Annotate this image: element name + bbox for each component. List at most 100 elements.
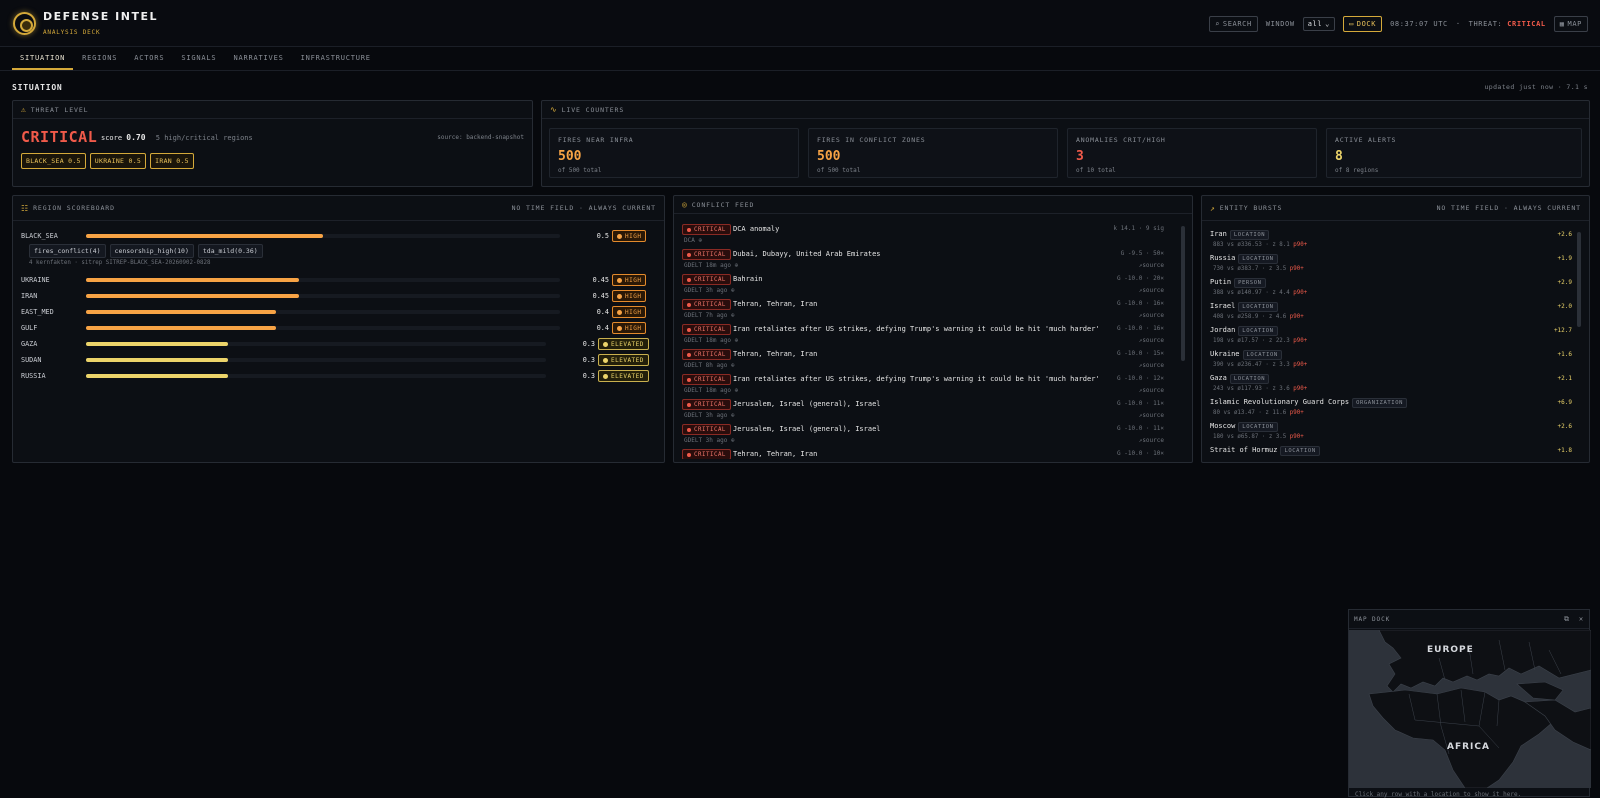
entity-row[interactable]: Strait of Hormuz LOCATION +1.8: [1210, 445, 1572, 459]
status-dot: [687, 302, 691, 307]
panel-note: NO TIME FIELD · ALWAYS CURRENT: [1436, 204, 1581, 212]
panel-header: ◎ CONFLICT FEED: [674, 196, 1192, 214]
feed-item[interactable]: CRITICAL Iran retaliates after US strikes…: [682, 373, 1164, 397]
entity-list[interactable]: Iran LOCATION 883 vs ø336.53 · z 8.1 p90+ +…: [1202, 229, 1591, 459]
region-detail-note: 4 kernfakten · sitrep SITREP-BLACK_SEA-2…: [29, 260, 211, 266]
entity-row[interactable]: Iran LOCATION 883 vs ø336.53 · z 8.1 p90+ +…: [1210, 229, 1572, 253]
region-chip[interactable]: UKRAINE 0.5: [89, 153, 147, 169]
feed-stats: G -10.0 · 10×: [1117, 450, 1164, 457]
scoreboard-row[interactable]: RUSSIA 0.3 ELEVATED: [21, 370, 658, 382]
scoreboard-row[interactable]: UKRAINE 0.45 HIGH: [21, 274, 658, 286]
entity-name-wrap: Islamic Revolutionary Guard Corps ORGANIZ…: [1210, 398, 1408, 408]
dock-button[interactable]: ▭ DOCK: [1342, 16, 1383, 32]
entity-row[interactable]: Ukraine LOCATION 390 vs ø236.47 · z 3.3 p9…: [1210, 349, 1572, 373]
map-button[interactable]: ▦ MAP: [1553, 16, 1588, 32]
critical-badge: CRITICAL: [682, 399, 731, 410]
source-label: source: [1142, 337, 1164, 344]
feed-item[interactable]: CRITICAL Jerusalem, Israel (general), Isr…: [682, 423, 1164, 447]
score-fill: [86, 342, 228, 346]
badge-label: CRITICAL: [694, 376, 726, 383]
feed-item[interactable]: CRITICAL Tehran, Tehran, Iran G -10.0 · 10…: [682, 448, 1164, 459]
counter-value: 8: [1335, 149, 1343, 164]
external-link-icon[interactable]: ⧉: [1564, 615, 1570, 624]
source-link[interactable]: ↗source: [1139, 312, 1164, 319]
entity-row[interactable]: Islamic Revolutionary Guard Corps ORGANIZ…: [1210, 397, 1572, 421]
region-name: IRAN: [21, 292, 38, 300]
tab-infrastructure[interactable]: INFRASTRUCTURE: [293, 48, 379, 70]
region-chip[interactable]: BLACK_SEA 0.5: [21, 153, 86, 169]
feed-item[interactable]: CRITICAL Jerusalem, Israel (general), Isr…: [682, 398, 1164, 422]
scoreboard-row[interactable]: SUDAN 0.3 ELEVATED: [21, 354, 658, 366]
tab-situation[interactable]: SITUATION: [12, 48, 74, 70]
source-link[interactable]: ↗source: [1139, 287, 1164, 294]
chevron-down-icon: ⌄: [1325, 20, 1330, 28]
search-icon: ⌕: [1215, 20, 1220, 28]
source-link[interactable]: ↗source: [1139, 437, 1164, 444]
status-dot: [687, 402, 691, 407]
source-link[interactable]: ↗source: [1139, 362, 1164, 369]
entity-row[interactable]: Gaza LOCATION 243 vs ø117.93 · z 3.6 p90+ +…: [1210, 373, 1572, 397]
feed-item[interactable]: CRITICAL Dubai, Dubayy, United Arab Emira…: [682, 248, 1164, 272]
score-value: 0.3: [582, 340, 595, 348]
feed-item[interactable]: CRITICAL Bahrain GDELT 3h ago ⊕ G -10.0 · 2…: [682, 273, 1164, 297]
source-link[interactable]: ↗source: [1139, 262, 1164, 269]
feed-meta-text: GDELT 18m ago: [684, 262, 731, 269]
region-name: SUDAN: [21, 356, 42, 364]
scoreboard-row[interactable]: IRAN 0.45 HIGH: [21, 290, 658, 302]
percentile-badge: p90+: [1293, 242, 1308, 248]
counter-anomalies: ANOMALIES CRIT/HIGH 3 of 10 total: [1067, 128, 1317, 178]
scoreboard-row[interactable]: EAST_MED 0.4 HIGH: [21, 306, 658, 318]
feed-item[interactable]: CRITICAL Tehran, Tehran, Iran GDELT 8h ago…: [682, 348, 1164, 372]
search-button[interactable]: ⌕ SEARCH: [1209, 16, 1258, 32]
window-select[interactable]: all ⌄: [1302, 17, 1335, 31]
feed-meta: GDELT 7h ago ⊕: [684, 312, 735, 319]
map-view[interactable]: EUROPE AFRICA: [1349, 630, 1591, 788]
counter-sub: of 8 regions: [1335, 167, 1379, 174]
feed-scrollbar[interactable]: [1181, 226, 1185, 361]
close-icon[interactable]: ✕: [1579, 615, 1584, 624]
region-name: UKRAINE: [21, 276, 50, 284]
score-track: [86, 326, 560, 330]
tab-signals[interactable]: SIGNALS: [173, 48, 224, 70]
entity-delta: +1.8: [1557, 447, 1572, 454]
feed-list[interactable]: CRITICAL DCA anomaly DCA ⊕ k 14.1 · 9 sig CR…: [674, 223, 1194, 459]
feed-item[interactable]: CRITICAL Iran retaliates after US strikes…: [682, 323, 1164, 347]
map-label: MAP: [1567, 20, 1582, 28]
globe-icon: ⊕: [730, 312, 735, 319]
critical-badge: CRITICAL: [682, 374, 731, 385]
threat-level-panel: ⚠ THREAT LEVEL CRITICAL score 0.70 5 hig…: [12, 100, 533, 187]
level-badge: HIGH: [612, 230, 647, 242]
badge-label: CRITICAL: [694, 301, 726, 308]
entity-row[interactable]: Putin PERSON 388 vs ø140.97 · z 4.4 p90+ +2…: [1210, 277, 1572, 301]
entity-row[interactable]: Moscow LOCATION 180 vs ø65.87 · z 3.5 p90+…: [1210, 421, 1572, 445]
entity-delta: +2.6: [1557, 423, 1572, 430]
entity-scrollbar[interactable]: [1577, 232, 1581, 327]
feed-item[interactable]: CRITICAL Tehran, Tehran, Iran GDELT 7h ago…: [682, 298, 1164, 322]
scoreboard-row[interactable]: GULF 0.4 HIGH: [21, 322, 658, 334]
entity-row[interactable]: Israel LOCATION 408 vs ø258.9 · z 4.6 p90+…: [1210, 301, 1572, 325]
entity-row[interactable]: Russia LOCATION 730 vs ø383.7 · z 3.5 p90+…: [1210, 253, 1572, 277]
map-label-africa: AFRICA: [1447, 742, 1490, 752]
score-value: 0.45: [592, 292, 609, 300]
tab-narratives[interactable]: NARRATIVES: [225, 48, 291, 70]
feed-item[interactable]: CRITICAL DCA anomaly DCA ⊕ k 14.1 · 9 sig: [682, 223, 1164, 247]
entity-delta: +1.9: [1557, 255, 1572, 262]
source-link[interactable]: ↗source: [1139, 412, 1164, 419]
entity-type-badge: LOCATION: [1238, 326, 1278, 336]
region-name: BLACK_SEA: [21, 232, 58, 240]
feed-title: Jerusalem, Israel (general), Israel: [733, 400, 881, 408]
feed-stats: G -10.0 · 12×: [1117, 375, 1164, 382]
scoreboard-row[interactable]: BLACK_SEA 0.5 HIGH: [21, 230, 658, 242]
entity-row[interactable]: Jordan LOCATION 198 vs ø17.57 · z 22.3 p90…: [1210, 325, 1572, 349]
entity-delta: +1.6: [1557, 351, 1572, 358]
tab-regions[interactable]: REGIONS: [74, 48, 125, 70]
feed-meta: GDELT 18m ago ⊕: [684, 337, 738, 344]
region-chip[interactable]: IRAN 0.5: [150, 153, 194, 169]
map-label-europe: EUROPE: [1427, 645, 1474, 655]
status-dot: [617, 233, 622, 239]
entity-stats: 243 vs ø117.93 · z 3.6: [1213, 386, 1290, 392]
scoreboard-row[interactable]: GAZA 0.3 ELEVATED: [21, 338, 658, 350]
tab-actors[interactable]: ACTORS: [126, 48, 172, 70]
source-link[interactable]: ↗source: [1139, 337, 1164, 344]
source-link[interactable]: ↗source: [1139, 387, 1164, 394]
